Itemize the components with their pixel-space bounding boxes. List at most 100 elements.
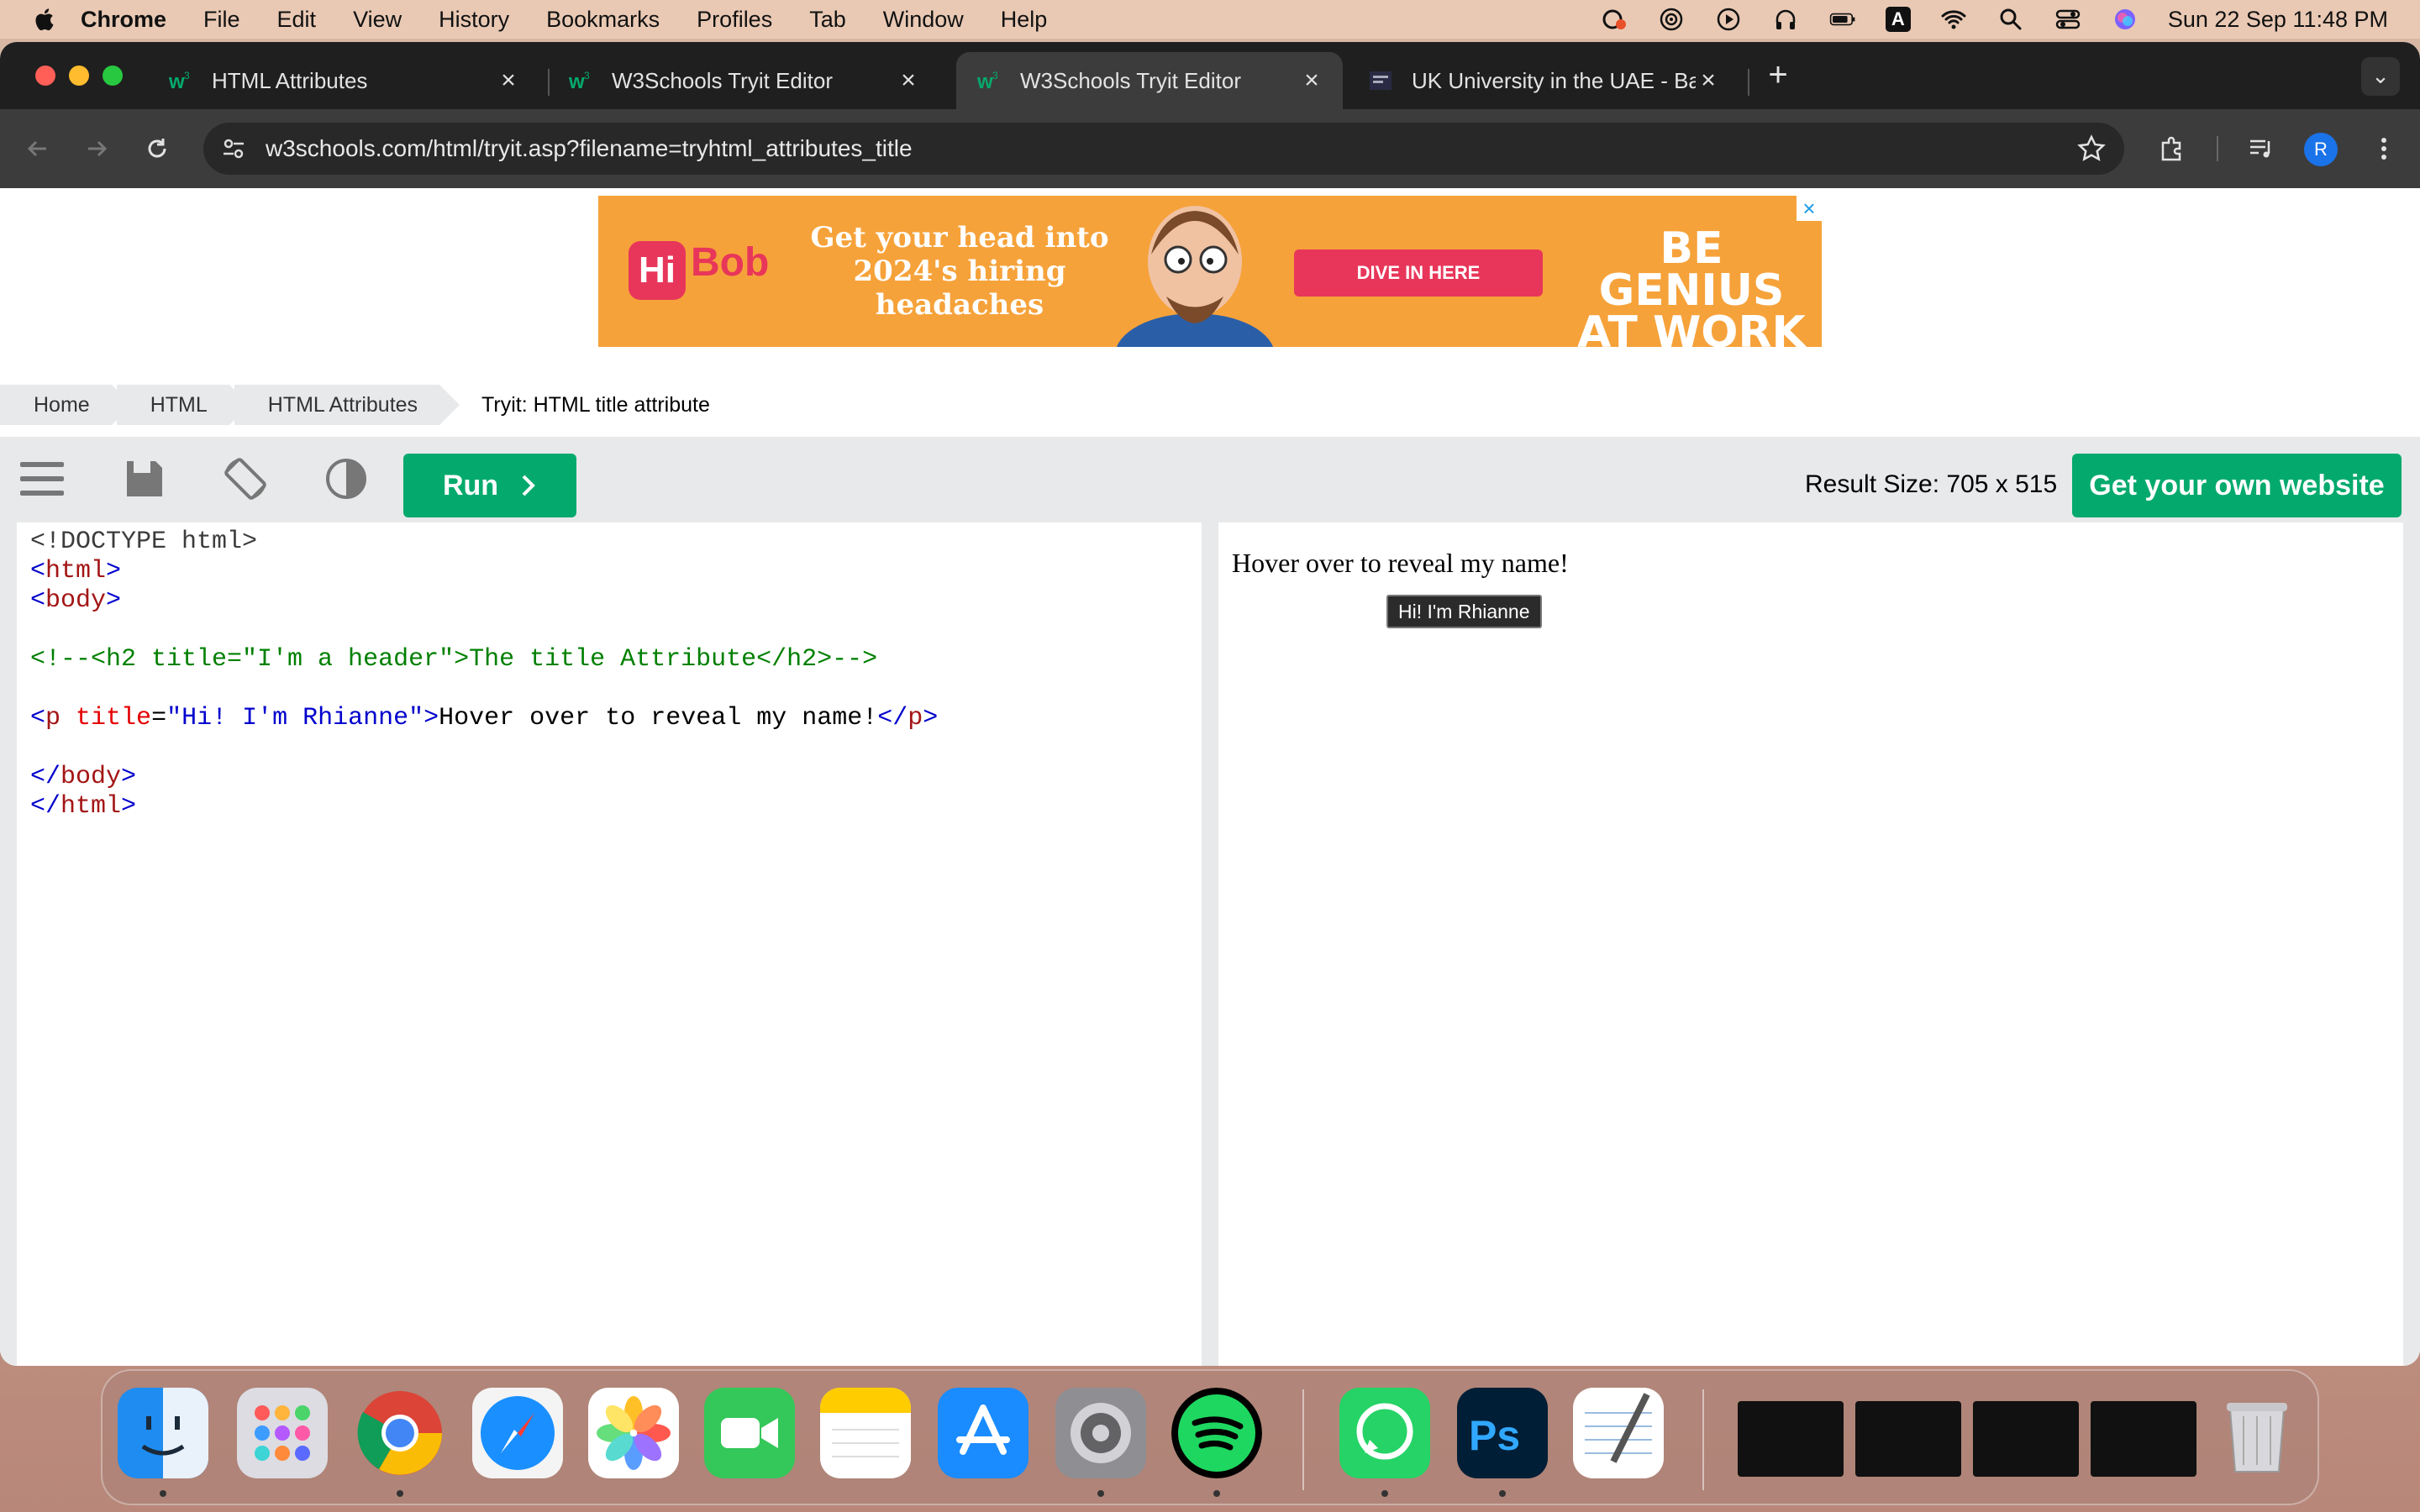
w3schools-favicon-icon: w3 [568, 70, 590, 93]
media-controls-icon[interactable] [2240, 128, 2282, 170]
extensions-icon[interactable] [2151, 128, 2193, 170]
zoom-window-button[interactable] [103, 66, 123, 86]
control-center-icon[interactable] [2054, 5, 2082, 34]
tab-search-chevron-icon[interactable]: ⌄ [2361, 57, 2400, 96]
reload-button[interactable] [136, 128, 178, 170]
page-content: Hi Bob Get your head into 2024's hiring … [0, 188, 2420, 1366]
close-tab-icon[interactable]: × [1696, 68, 1721, 93]
tab-tryit-editor-1[interactable]: w3 W3Schools Tryit Editor × [548, 52, 939, 109]
trash-icon[interactable] [2212, 1388, 2302, 1478]
chrome-menu-icon[interactable] [2363, 128, 2405, 170]
bookmark-star-icon[interactable] [2077, 134, 2106, 163]
macos-dock: Ps [101, 1369, 2319, 1505]
svg-text:3: 3 [992, 70, 998, 81]
minimized-window-chrome-1[interactable] [1855, 1401, 1961, 1477]
wifi-icon[interactable] [1939, 5, 1968, 34]
menu-tab[interactable]: Tab [809, 7, 846, 33]
macos-menubar: Chrome File Edit View History Bookmarks … [0, 0, 2420, 39]
menu-window[interactable]: Window [883, 7, 964, 33]
university-favicon-icon [1370, 71, 1392, 90]
code-line: <html> [30, 557, 122, 585]
site-info-icon[interactable] [220, 135, 247, 162]
hibob-logo-hi: Hi [629, 241, 686, 300]
apple-menu-icon[interactable] [32, 7, 55, 32]
running-indicator [1499, 1490, 1506, 1497]
tab-separator [1748, 69, 1749, 96]
whatsapp-icon[interactable] [1339, 1388, 1430, 1478]
menubar-clock[interactable]: Sun 22 Sep 11:48 PM [2168, 7, 2388, 33]
airdrop-icon[interactable] [1657, 5, 1686, 34]
running-indicator [397, 1490, 403, 1497]
save-icon[interactable] [119, 454, 170, 504]
facetime-icon[interactable] [704, 1388, 795, 1478]
textedit-icon[interactable] [1573, 1388, 1664, 1478]
running-indicator [1213, 1490, 1220, 1497]
result-frame[interactable]: Hover over to reveal my name! Hi! I'm Rh… [1218, 522, 2403, 1366]
profile-avatar[interactable]: R [2304, 133, 2338, 166]
menu-app-name[interactable]: Chrome [81, 7, 166, 33]
headphones-icon[interactable] [1771, 5, 1800, 34]
breadcrumb-html-attributes[interactable]: HTML Attributes [234, 385, 460, 425]
advertisement-banner[interactable]: Hi Bob Get your head into 2024's hiring … [598, 196, 1822, 347]
chrome-dock-icon[interactable] [355, 1388, 445, 1478]
siri-icon[interactable] [2111, 5, 2139, 34]
result-paragraph[interactable]: Hover over to reveal my name! [1232, 548, 1569, 579]
minimize-window-button[interactable] [69, 66, 89, 86]
close-ad-icon[interactable]: × [1797, 196, 1822, 221]
spotlight-search-icon[interactable] [1996, 5, 2025, 34]
running-indicator [1097, 1490, 1104, 1497]
breadcrumb-html[interactable]: HTML [116, 385, 250, 425]
dark-mode-toggle-icon[interactable] [321, 454, 371, 504]
hamburger-menu-icon[interactable] [17, 454, 67, 504]
minimized-window-chrome-2[interactable] [2091, 1401, 2196, 1477]
menu-file[interactable]: File [203, 7, 240, 33]
app-store-icon[interactable] [938, 1388, 1028, 1478]
close-window-button[interactable] [35, 66, 55, 86]
running-indicator [1381, 1490, 1388, 1497]
tab-tryit-editor-2-active[interactable]: w3 W3Schools Tryit Editor × [956, 52, 1343, 109]
ad-illustration-face-icon [1116, 206, 1274, 347]
spotify-icon[interactable] [1171, 1388, 1262, 1478]
new-tab-button[interactable]: + [1763, 58, 1793, 92]
menu-profiles[interactable]: Profiles [697, 7, 772, 33]
menu-view[interactable]: View [353, 7, 402, 33]
close-tab-icon[interactable]: × [1299, 68, 1324, 93]
rotate-layout-icon[interactable] [220, 454, 271, 504]
close-tab-icon[interactable]: × [896, 68, 921, 93]
photos-icon[interactable] [588, 1388, 679, 1478]
ad-cta-button[interactable]: DIVE IN HERE [1294, 249, 1543, 297]
menu-bookmarks[interactable]: Bookmarks [546, 7, 660, 33]
menu-history[interactable]: History [439, 7, 509, 33]
url-text[interactable]: w3schools.com/html/tryit.asp?filename=tr… [266, 135, 913, 162]
creative-cloud-icon[interactable] [1600, 5, 1628, 34]
get-own-website-button[interactable]: Get your own website [2072, 454, 2402, 517]
menu-help[interactable]: Help [1001, 7, 1048, 33]
launchpad-icon[interactable] [237, 1388, 328, 1478]
minimized-window-spotify[interactable] [1738, 1401, 1844, 1477]
menu-edit[interactable]: Edit [277, 7, 317, 33]
safari-icon[interactable] [472, 1388, 563, 1478]
svg-text:3: 3 [184, 70, 190, 81]
code-editor[interactable]: <!DOCTYPE html> <html> <body> <!--<h2 ti… [17, 522, 1202, 1366]
play-icon[interactable] [1714, 5, 1743, 34]
battery-icon[interactable] [1828, 5, 1857, 34]
tab-uk-university[interactable]: UK University in the UAE - Ba × [1348, 52, 1739, 109]
breadcrumb-home[interactable]: Home [0, 385, 132, 425]
svg-text:3: 3 [584, 70, 590, 81]
tab-html-attributes[interactable]: w3 HTML Attributes × [148, 52, 539, 109]
forward-button[interactable] [76, 128, 118, 170]
minimized-window-settings[interactable] [1973, 1401, 2079, 1477]
system-settings-icon[interactable] [1055, 1388, 1146, 1478]
input-source-icon[interactable]: A [1885, 7, 1911, 32]
close-tab-icon[interactable]: × [496, 68, 521, 93]
breadcrumb-current: Tryit: HTML title attribute [481, 393, 710, 417]
notes-icon[interactable] [820, 1388, 911, 1478]
address-bar[interactable]: w3schools.com/html/tryit.asp?filename=tr… [203, 123, 2124, 175]
photoshop-icon[interactable]: Ps [1457, 1388, 1548, 1478]
back-button[interactable] [17, 128, 59, 170]
finder-icon[interactable] [118, 1388, 208, 1478]
run-button[interactable]: Run [403, 454, 576, 517]
chevron-right-icon [522, 475, 535, 496]
